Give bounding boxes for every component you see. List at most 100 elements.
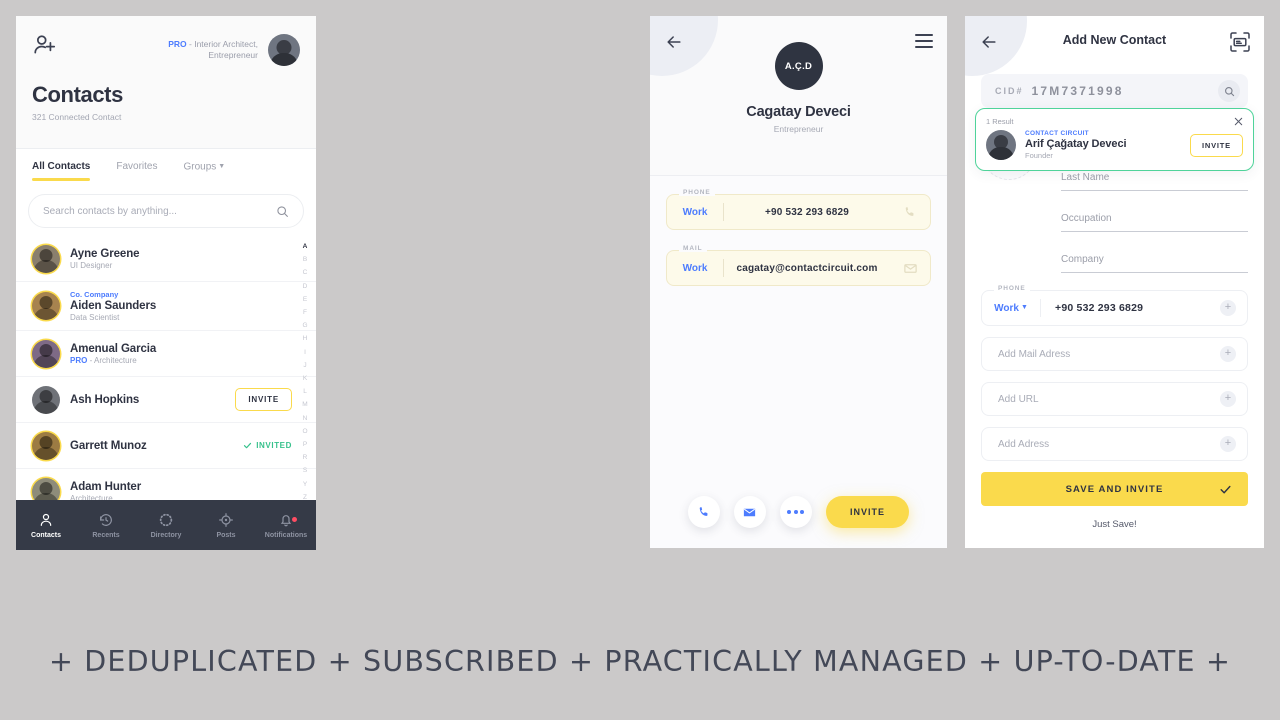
contact-role: Entrepreneur bbox=[773, 124, 824, 134]
alpha-index-letter[interactable]: F bbox=[303, 306, 307, 319]
result-company: CONTACT CIRCUIT bbox=[1025, 130, 1089, 137]
table-row[interactable]: Ash Hopkins INVITE bbox=[16, 377, 316, 423]
table-row[interactable]: Adam Hunter Architecture bbox=[16, 469, 316, 504]
dotted-circle-icon bbox=[136, 511, 196, 529]
alpha-index-letter[interactable]: N bbox=[303, 412, 308, 425]
search-icon[interactable] bbox=[276, 205, 289, 218]
phone-field-type[interactable]: Work bbox=[667, 207, 723, 218]
contact-name: Aiden Saunders bbox=[70, 300, 157, 312]
alpha-index-letter[interactable]: B bbox=[303, 253, 307, 266]
form-field[interactable]: Occupation bbox=[1061, 208, 1248, 232]
scan-card-icon[interactable] bbox=[1228, 30, 1252, 54]
result-invite-button[interactable]: INVITE bbox=[1190, 133, 1243, 157]
search-input[interactable] bbox=[43, 205, 276, 217]
table-row[interactable]: Ayne Greene UI Designer bbox=[16, 236, 316, 282]
cid-search-bar[interactable]: CID# 17M7371998 bbox=[981, 74, 1248, 108]
phone-value[interactable]: +90 532 293 6829 bbox=[1041, 302, 1220, 314]
nav-item-recents[interactable]: Recents bbox=[76, 511, 136, 539]
cid-search-value[interactable]: 17M7371998 bbox=[1032, 84, 1218, 98]
result-name: Arif Çağatay Deveci bbox=[1025, 138, 1127, 150]
form-field-placeholder: Last Name bbox=[1061, 172, 1110, 183]
table-row[interactable]: Amenual Garcia PRO - Architecture bbox=[16, 331, 316, 377]
mail-field[interactable]: MAIL Work cagatay@contactcircuit.com bbox=[666, 245, 931, 286]
alpha-index-letter[interactable]: R bbox=[303, 451, 308, 464]
contact-info: Amenual Garcia PRO - Architecture bbox=[70, 343, 292, 365]
phone-field-value: +90 532 293 6829 bbox=[764, 206, 850, 218]
add-user-icon[interactable] bbox=[32, 32, 58, 58]
back-arrow-icon[interactable] bbox=[664, 32, 684, 52]
alpha-index-letter[interactable]: C bbox=[303, 266, 308, 279]
plus-icon[interactable]: + bbox=[1220, 391, 1236, 407]
mail-button[interactable] bbox=[733, 496, 766, 528]
avatar bbox=[32, 431, 60, 460]
alpha-index-letter[interactable]: P bbox=[303, 438, 307, 451]
phone-field[interactable]: PHONE Work +90 532 293 6829 bbox=[666, 189, 931, 230]
avatar[interactable] bbox=[268, 34, 300, 66]
alpha-index-letter[interactable]: G bbox=[302, 319, 307, 332]
search-contacts-bar[interactable] bbox=[28, 194, 304, 228]
close-icon[interactable] bbox=[1233, 116, 1244, 127]
mail-field-legend: MAIL bbox=[679, 245, 707, 252]
pro-badge: PRO bbox=[70, 355, 88, 365]
contact-role: Data Scientist bbox=[70, 313, 120, 322]
invite-button[interactable]: INVITE bbox=[825, 496, 909, 528]
nav-item-posts[interactable]: Posts bbox=[196, 511, 256, 539]
form-field-placeholder: Occupation bbox=[1061, 213, 1112, 224]
alpha-index-letter[interactable]: E bbox=[303, 293, 307, 306]
table-row[interactable]: Co. Company Aiden Saunders Data Scientist bbox=[16, 282, 316, 331]
result-role: Founder bbox=[1025, 151, 1053, 160]
phone-type-dropdown[interactable]: Work ▼ bbox=[982, 303, 1040, 314]
phone-input-field[interactable]: PHONE Work ▼ +90 532 293 6829 + bbox=[981, 285, 1248, 326]
bell-icon bbox=[256, 511, 316, 529]
cid-search-button[interactable] bbox=[1218, 80, 1240, 102]
contacts-list[interactable]: Ayne Greene UI Designer Co. Company Aiden S… bbox=[16, 236, 316, 504]
tab-groups[interactable]: Groups ▼ bbox=[183, 149, 225, 185]
chevron-down-icon: ▼ bbox=[218, 162, 226, 170]
just-save-link[interactable]: Just Save! bbox=[965, 519, 1264, 530]
nav-item-contacts[interactable]: Contacts bbox=[16, 511, 76, 539]
add-field-row[interactable]: Add Adress + bbox=[981, 427, 1248, 461]
mail-icon[interactable] bbox=[890, 261, 930, 276]
avatar bbox=[986, 130, 1016, 160]
target-icon bbox=[196, 511, 256, 529]
alpha-index-letter[interactable]: I bbox=[304, 346, 306, 359]
contact-info: Ayne Greene UI Designer bbox=[70, 248, 292, 270]
contact-name: Cagatay Deveci bbox=[746, 104, 851, 120]
alpha-index-letter[interactable]: J bbox=[303, 359, 306, 372]
nav-item-notifications[interactable]: Notifications bbox=[256, 511, 316, 539]
alpha-index-letter[interactable]: M bbox=[302, 398, 307, 411]
invite-button[interactable]: INVITE bbox=[235, 388, 292, 411]
form-field[interactable]: Company bbox=[1061, 249, 1248, 273]
save-and-invite-button[interactable]: SAVE AND INVITE bbox=[981, 472, 1248, 506]
hamburger-menu-icon[interactable] bbox=[915, 34, 933, 48]
search-area bbox=[16, 184, 316, 236]
call-button[interactable] bbox=[687, 496, 720, 528]
notification-badge bbox=[292, 517, 297, 522]
add-field-row[interactable]: Add Mail Adress + bbox=[981, 337, 1248, 371]
add-field-row[interactable]: Add URL + bbox=[981, 382, 1248, 416]
contact-company: Co. Company bbox=[70, 290, 119, 299]
tab-favorites[interactable]: Favorites bbox=[116, 149, 157, 185]
table-row[interactable]: Garrett Munoz INVITED bbox=[16, 423, 316, 469]
alphabet-index[interactable]: ABCDEFGHIJKLMNOPRSYZX bbox=[298, 240, 312, 504]
plus-icon[interactable]: + bbox=[1220, 436, 1236, 452]
alpha-index-letter[interactable]: O bbox=[302, 425, 307, 438]
save-and-invite-label: SAVE AND INVITE bbox=[1065, 483, 1164, 495]
contacts-header: PRO - Interior Architect, Entrepreneur C… bbox=[16, 16, 316, 148]
alpha-index-letter[interactable]: L bbox=[303, 385, 307, 398]
nav-item-directory[interactable]: Directory bbox=[136, 511, 196, 539]
mail-field-type[interactable]: Work bbox=[667, 263, 723, 274]
alpha-index-letter[interactable]: A bbox=[303, 240, 308, 253]
more-button[interactable] bbox=[779, 496, 812, 528]
tab-all-contacts[interactable]: All Contacts bbox=[32, 149, 91, 185]
plus-icon[interactable]: + bbox=[1220, 346, 1236, 362]
contacts-list-screen: PRO - Interior Architect, Entrepreneur C… bbox=[16, 16, 316, 550]
alpha-index-letter[interactable]: S bbox=[303, 464, 307, 477]
alpha-index-letter[interactable]: Y bbox=[303, 478, 307, 491]
alpha-index-letter[interactable]: K bbox=[303, 372, 307, 385]
chevron-down-icon: ▼ bbox=[1020, 304, 1028, 312]
alpha-index-letter[interactable]: H bbox=[303, 332, 308, 345]
plus-icon[interactable]: + bbox=[1220, 300, 1236, 316]
alpha-index-letter[interactable]: D bbox=[303, 280, 308, 293]
phone-icon[interactable] bbox=[890, 205, 930, 219]
